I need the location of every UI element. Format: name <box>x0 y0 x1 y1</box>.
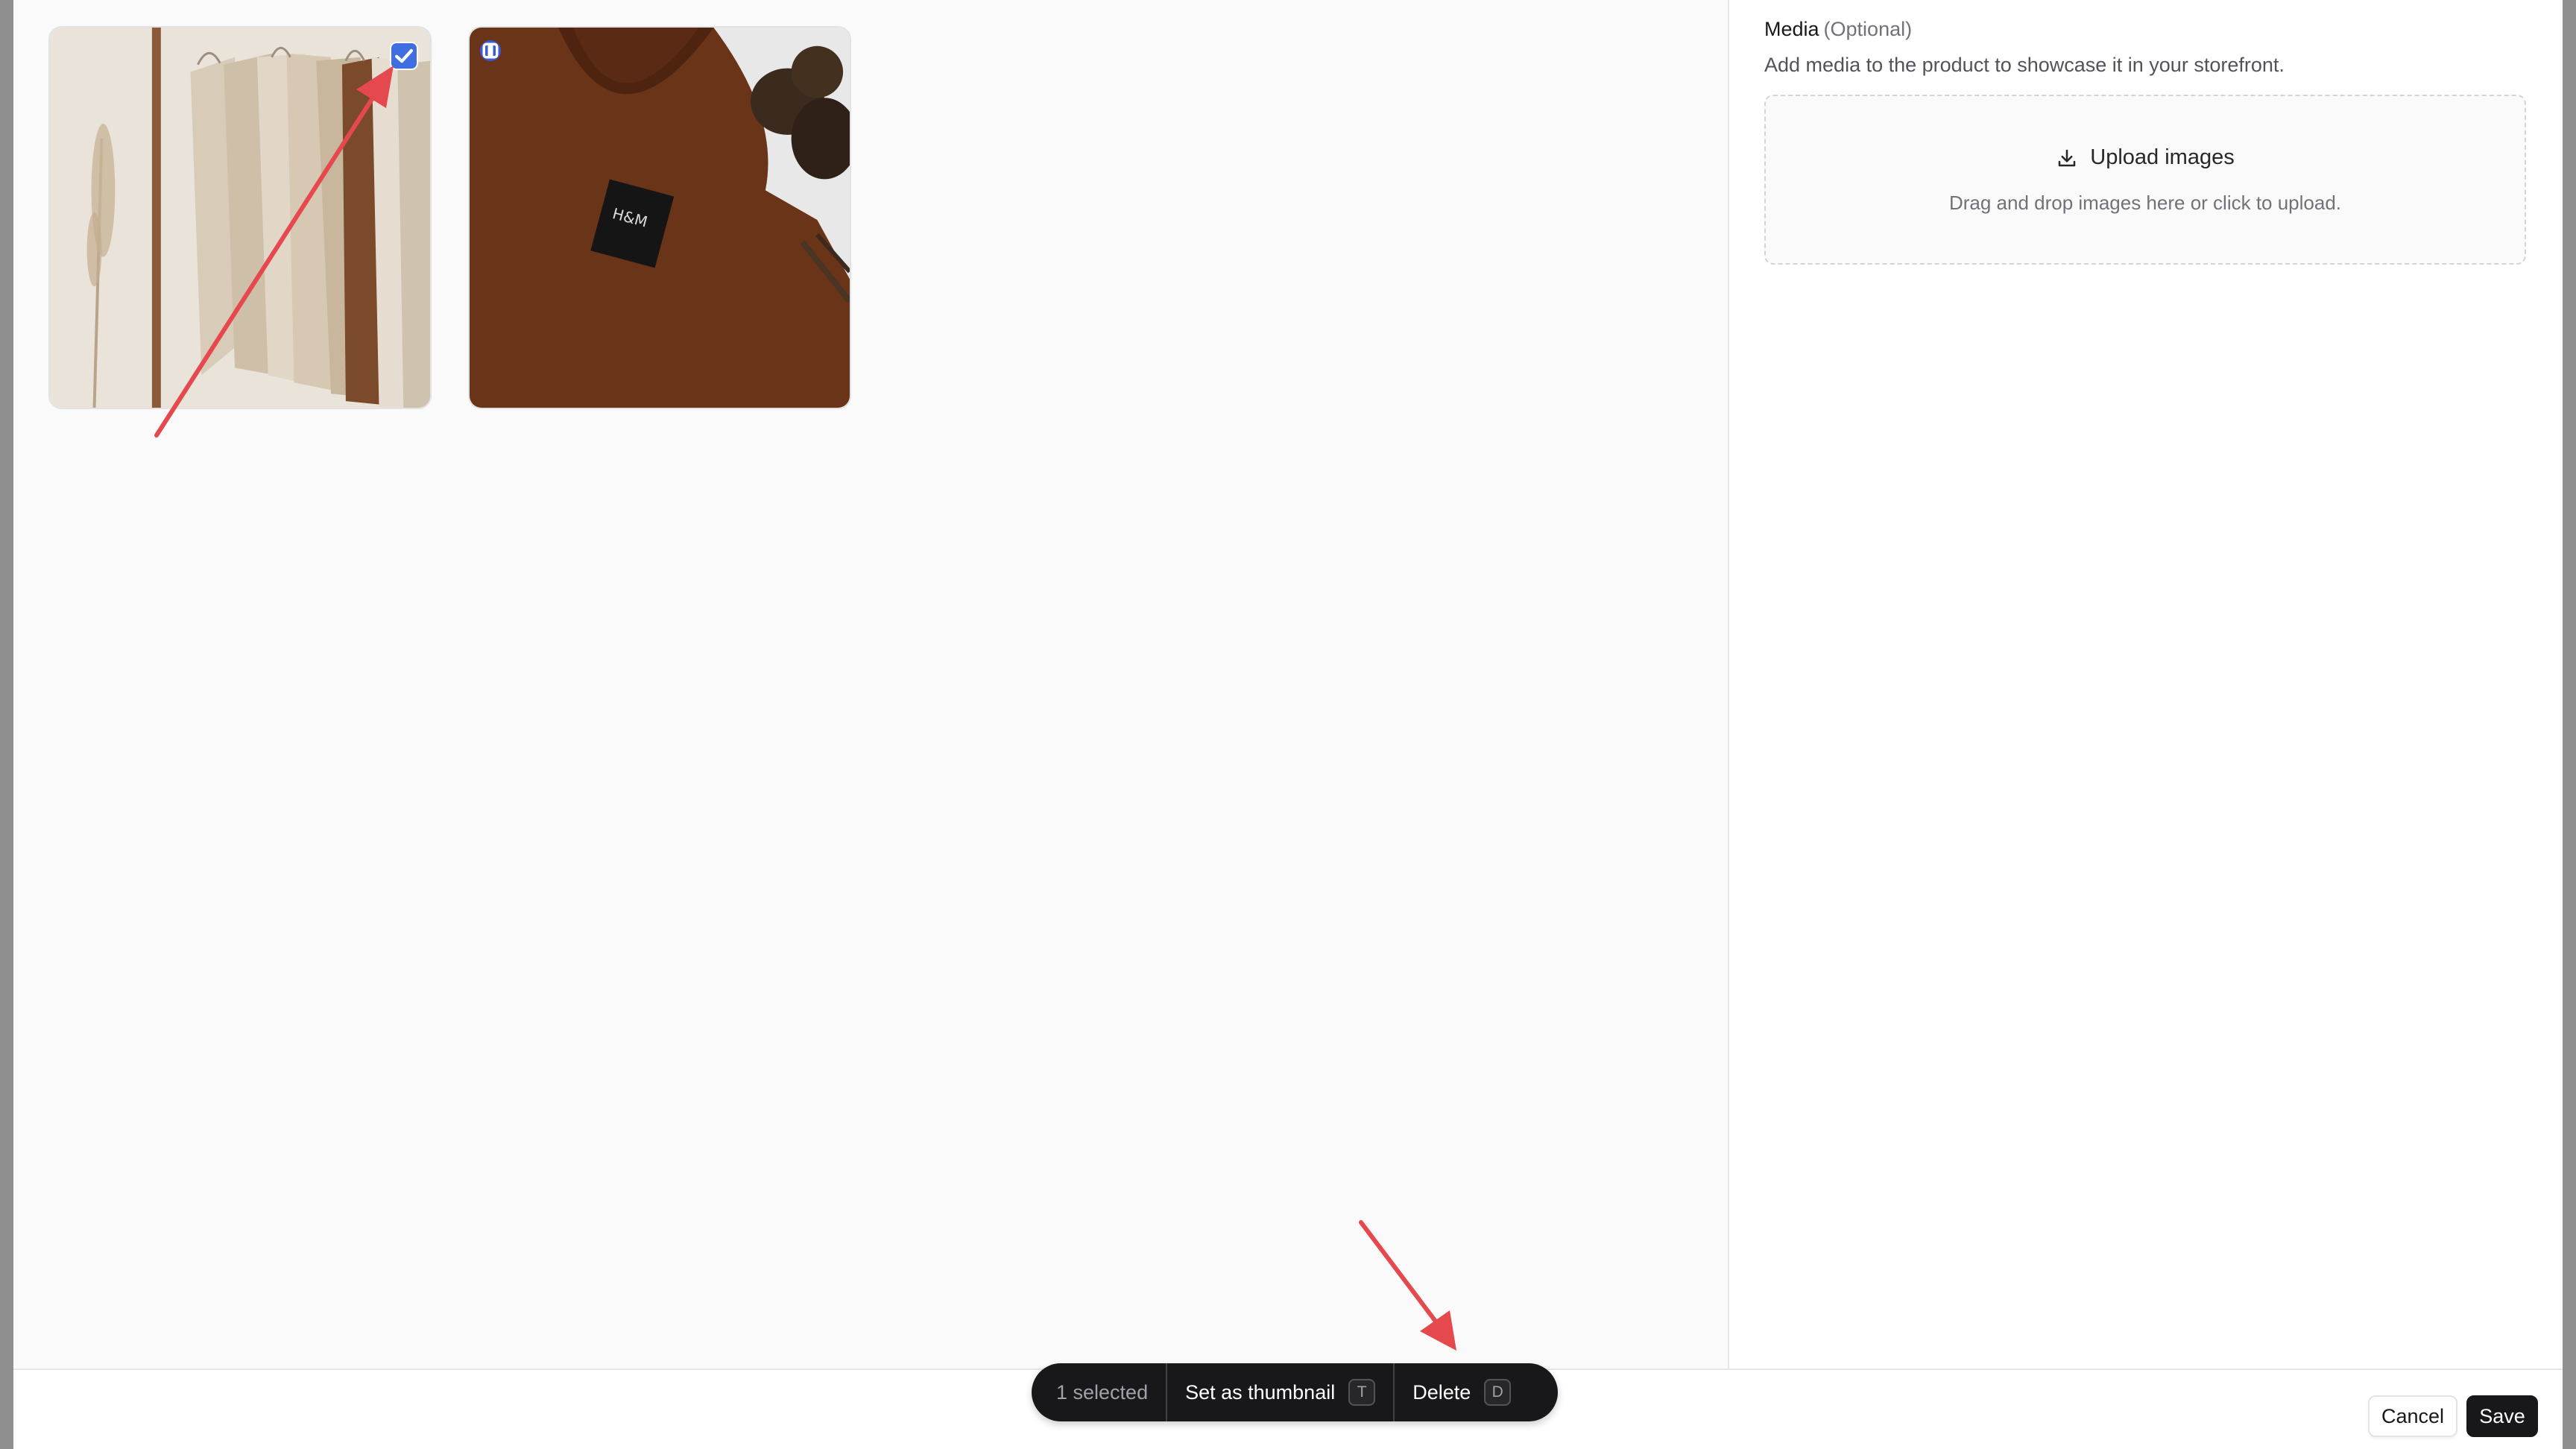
media-editor-window: H&M Media (Optional) Add media to the pro… <box>13 0 2563 1449</box>
brown-sweater-image: H&M <box>470 28 850 408</box>
media-gallery: H&M <box>13 0 1728 1368</box>
set-thumbnail-shortcut: T <box>1348 1379 1376 1406</box>
delete-shortcut: D <box>1484 1379 1512 1406</box>
media-tile-brown-sweater[interactable]: H&M <box>468 26 851 409</box>
optional-label: (Optional) <box>1823 18 1913 40</box>
set-thumbnail-label: Set as thumbnail <box>1185 1380 1336 1404</box>
thumbnail-badge-icon <box>480 40 501 61</box>
media-side-panel: Media (Optional) Add media to the product… <box>1728 0 2563 1368</box>
clothes-rack-image <box>50 28 430 408</box>
set-thumbnail-command[interactable]: Set as thumbnail T <box>1167 1363 1395 1421</box>
select-checkbox[interactable] <box>391 43 417 69</box>
media-label-text: Media <box>1764 18 1819 40</box>
cancel-button[interactable]: Cancel <box>2368 1395 2457 1437</box>
check-icon <box>394 48 414 63</box>
upload-dropzone[interactable]: Upload images Drag and drop images here … <box>1764 95 2526 265</box>
save-button[interactable]: Save <box>2466 1395 2538 1437</box>
media-description: Add media to the product to showcase it … <box>1764 54 2285 76</box>
media-tile-clothes-rack[interactable] <box>48 26 432 409</box>
upload-row: Upload images <box>1766 145 2525 170</box>
selection-command-bar: 1 selected Set as thumbnail T Delete D <box>1032 1363 1558 1421</box>
delete-command[interactable]: Delete D <box>1395 1363 1529 1421</box>
upload-label: Upload images <box>2090 145 2235 169</box>
selected-count: 1 selected <box>1032 1363 1168 1421</box>
upload-icon <box>2059 149 2076 166</box>
media-field-label: Media (Optional) <box>1764 18 1912 41</box>
upload-hint: Drag and drop images here or click to up… <box>1948 192 2342 214</box>
delete-label: Delete <box>1412 1380 1471 1404</box>
